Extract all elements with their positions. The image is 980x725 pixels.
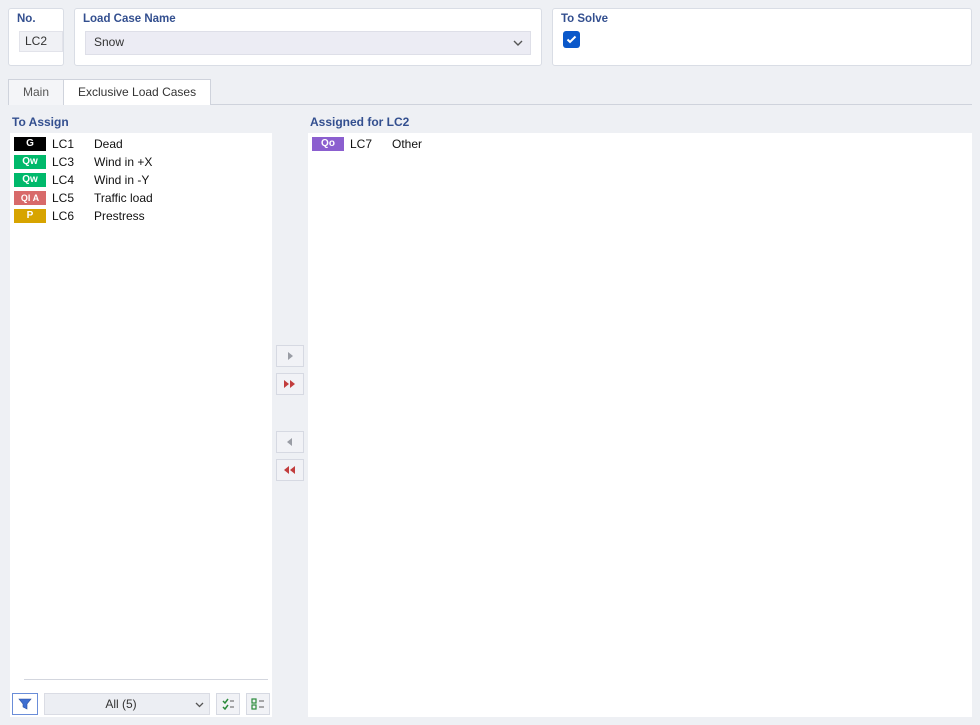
to-solve-checkbox[interactable] (563, 31, 580, 48)
label-no: No. (17, 13, 36, 25)
move-all-right-button[interactable] (276, 373, 304, 395)
filter-button[interactable] (12, 693, 38, 715)
load-case-id: LC3 (52, 155, 94, 169)
double-arrow-right-icon (283, 379, 297, 389)
list-item[interactable]: P LC6Prestress (12, 207, 272, 225)
load-case-desc: Wind in -Y (94, 173, 149, 187)
check-list-icon (221, 698, 235, 710)
load-case-name-select[interactable]: Snow (85, 31, 531, 55)
tab-exclusive-load-cases[interactable]: Exclusive Load Cases (64, 79, 211, 105)
label-load-case-name: Load Case Name (83, 13, 176, 25)
funnel-icon (18, 698, 32, 710)
deselect-all-button[interactable] (246, 693, 270, 715)
list-item[interactable]: Qo LC7Other (310, 135, 972, 153)
load-case-id: LC6 (52, 209, 94, 223)
category-tag: Qo (312, 137, 344, 151)
list-item[interactable]: G LC1Dead (12, 135, 272, 153)
arrow-right-icon (285, 351, 295, 361)
category-tag: P (14, 209, 46, 223)
label-to-solve: To Solve (561, 13, 608, 25)
list-item[interactable]: Qw LC3Wind in +X (12, 153, 272, 171)
category-tag: Qw (14, 173, 46, 187)
load-case-desc: Dead (94, 137, 123, 151)
category-tag: Qw (14, 155, 46, 169)
to-assign-list[interactable]: G LC1Dead Qw LC3Wind in +X Qw LC4Wind in -Y QI… (10, 133, 272, 687)
load-case-id: LC1 (52, 137, 94, 151)
transfer-buttons (272, 115, 308, 717)
panel-to-solve: To Solve (552, 8, 972, 66)
panel-load-case-name: Load Case Name Snow (74, 8, 542, 66)
tab-main[interactable]: Main (8, 79, 64, 105)
category-tag: G (14, 137, 46, 151)
filter-category-select[interactable]: All (5) (44, 693, 210, 715)
assigned-title: Assigned for LC2 (308, 115, 972, 129)
load-case-id: LC4 (52, 173, 94, 187)
list-item[interactable]: QI A LC5Traffic load (12, 189, 272, 207)
panel-number: No. LC2 (8, 8, 64, 66)
category-tag: QI A (14, 191, 46, 205)
load-case-id: LC7 (350, 137, 392, 151)
move-left-button[interactable] (276, 431, 304, 453)
load-case-id: LC5 (52, 191, 94, 205)
list-item[interactable]: Qw LC4Wind in -Y (12, 171, 272, 189)
arrow-left-icon (285, 437, 295, 447)
move-all-left-button[interactable] (276, 459, 304, 481)
assigned-list[interactable]: Qo LC7Other (308, 133, 972, 717)
field-no[interactable]: LC2 (19, 31, 63, 52)
to-assign-title: To Assign (10, 115, 272, 129)
filter-toolbar: All (5) (10, 687, 272, 717)
move-right-button[interactable] (276, 345, 304, 367)
uncheck-list-icon (251, 698, 265, 710)
tab-bar: Main Exclusive Load Cases (8, 78, 972, 105)
load-case-desc: Prestress (94, 209, 145, 223)
double-arrow-left-icon (283, 465, 297, 475)
load-case-desc: Other (392, 137, 422, 151)
load-case-desc: Traffic load (94, 191, 153, 205)
load-case-desc: Wind in +X (94, 155, 152, 169)
horizontal-scrollbar[interactable] (24, 676, 268, 683)
select-all-button[interactable] (216, 693, 240, 715)
